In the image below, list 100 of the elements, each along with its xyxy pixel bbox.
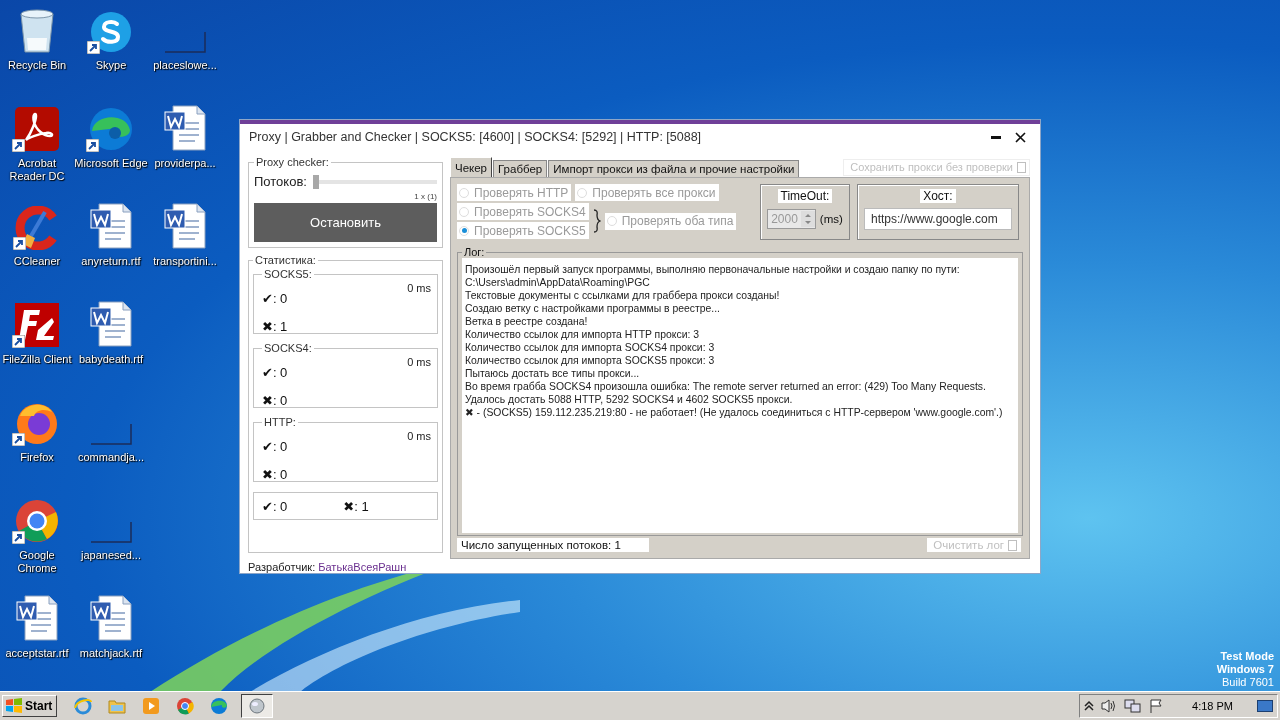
desktop-icon-label[interactable]: transportini... xyxy=(148,255,222,268)
start-button[interactable]: Start xyxy=(2,695,58,717)
word-document-icon xyxy=(89,202,133,250)
response-time: 0 ms xyxy=(407,282,431,294)
failed-count: ✖: 0 xyxy=(262,466,288,482)
network-icon[interactable] xyxy=(1124,698,1143,714)
threads-reading: 1 x (1) xyxy=(414,192,437,201)
log-line: Во время грабба SOCKS4 произошла ошибка: The remote server returned an error: (429) Too Many Requests. xyxy=(465,380,987,393)
desktop-icon-label[interactable]: Recycle Bin xyxy=(0,59,74,72)
desktop-icon-label[interactable]: anyreturn.rtf xyxy=(74,255,148,268)
flag-icon[interactable] xyxy=(1148,698,1165,714)
media-player-icon[interactable] xyxy=(141,696,162,716)
blank-file-icon xyxy=(163,30,207,54)
developer-link[interactable]: БатькаВсеяРашн xyxy=(318,561,407,573)
desktop-icon-label[interactable]: Skype xyxy=(74,59,148,72)
log-line: Создаю ветку с настройками программы в реестре... xyxy=(465,302,721,315)
working-count: ✔: 0 xyxy=(262,498,288,514)
close-icon[interactable] xyxy=(1014,131,1026,143)
shortcut-arrow-icon xyxy=(87,41,100,54)
tab[interactable]: Граббер xyxy=(493,160,548,177)
edge-browser-icon[interactable] xyxy=(209,696,230,716)
filezilla-icon xyxy=(14,302,60,348)
log-line: Количество ссылок для импорта HTTP прокси: 3 xyxy=(465,328,700,341)
log-line: Количество ссылок для импорта SOCKS5 прокси: 3 xyxy=(465,354,716,367)
blank-file-icon xyxy=(89,422,133,446)
os-notice-text: Windows 7 xyxy=(1216,663,1274,676)
word-document-icon xyxy=(89,300,133,348)
shortcut-arrow-icon xyxy=(12,139,25,152)
timeout-label: TimeOut: xyxy=(777,189,833,203)
shortcut-arrow-icon xyxy=(12,531,25,544)
word-document-icon xyxy=(163,104,207,152)
timeout-unit: (ms) xyxy=(819,213,843,225)
recycle-bin-icon xyxy=(17,8,57,54)
desktop-icon-label[interactable]: FileZilla Client xyxy=(0,353,74,366)
log-line: Произошёл первый запуск программы, выполняю первоначальные настройки и создаю папку по пути: C:\Users\admin\AppData\Roaming\PGC xyxy=(465,263,961,289)
failed-count: ✖: 1 xyxy=(343,498,369,514)
brace-icon xyxy=(592,209,601,233)
chrome-browser-icon xyxy=(14,498,60,544)
log-line: Удалось достать 5088 HTTP, 5292 SOCKS4 и 4602 SOCKS5 прокси. xyxy=(465,393,794,406)
word-document-icon xyxy=(15,594,59,642)
word-document-icon xyxy=(163,202,207,250)
desktop-icon-label[interactable]: Acrobat Reader DC xyxy=(0,157,74,183)
desktop-icon-label[interactable]: commandja... xyxy=(74,451,148,464)
group-legend: Статистика: xyxy=(253,254,318,266)
desktop-icon-label[interactable]: japanesed... xyxy=(74,549,148,562)
developer-label: Разработчик: xyxy=(248,561,316,573)
pdf-reader-icon xyxy=(14,106,60,152)
stop-button[interactable]: Остановить xyxy=(254,203,437,242)
working-count: ✔: 0 xyxy=(262,364,288,380)
log-line: Пытаюсь достать все типы прокси... xyxy=(465,367,641,380)
group-legend: SOCKS4: xyxy=(262,342,314,354)
shortcut-arrow-icon xyxy=(13,237,26,250)
group-legend: Proxy checker: xyxy=(254,156,331,168)
edge-browser-icon xyxy=(88,106,134,152)
threads-label: Потоков: xyxy=(254,174,307,189)
window-title: Proxy | Grabber and Checker | SOCKS5: [4600] | SOCKS4: [5292] | HTTP: [5088] xyxy=(249,130,703,144)
failed-count: ✖: 1 xyxy=(262,318,288,334)
shortcut-arrow-icon xyxy=(86,139,99,152)
tab[interactable]: Импорт прокси из файла и прочие настройки xyxy=(548,160,800,177)
skype-logo-icon xyxy=(89,10,133,54)
globe-icon[interactable] xyxy=(249,698,266,714)
desktop-icon-label[interactable]: placeslowe... xyxy=(148,59,222,72)
desktop-icon-label[interactable]: Google Chrome xyxy=(0,549,74,575)
host-field[interactable]: https://www.google.com xyxy=(864,208,1012,230)
group-legend: Лог: xyxy=(462,246,487,258)
os-notice-text: Build 7601 xyxy=(1222,676,1274,689)
failed-count: ✖: 0 xyxy=(262,392,288,408)
shortcut-arrow-icon xyxy=(12,433,25,446)
ie-browser-icon[interactable] xyxy=(73,696,94,716)
log-line: Текстовые документы с ссылками для граббера прокси созданы! xyxy=(465,289,781,302)
windows-logo-icon xyxy=(5,698,23,714)
group-legend: SOCKS5: xyxy=(262,268,314,280)
minimize-icon[interactable] xyxy=(991,135,1001,139)
shortcut-arrow-icon xyxy=(12,335,25,348)
clock[interactable]: 4:18 PM xyxy=(1192,700,1233,712)
desktop-icon-label[interactable]: acceptstar.rtf xyxy=(0,647,74,660)
word-document-icon xyxy=(89,594,133,642)
chrome-browser-icon[interactable] xyxy=(175,696,196,716)
host-label: Хост: xyxy=(920,189,956,203)
desktop-icon-label[interactable]: Microsoft Edge xyxy=(74,157,148,170)
chevron-up-icon[interactable] xyxy=(1084,700,1095,712)
tab[interactable]: Чекер xyxy=(450,157,492,177)
show-desktop-icon[interactable] xyxy=(1257,700,1273,712)
log-line: Количество ссылок для импорта SOCKS4 прокси: 3 xyxy=(465,341,716,354)
desktop-icon-label[interactable]: providerpa... xyxy=(148,157,222,170)
desktop-icon-label[interactable]: matchjack.rtf xyxy=(74,647,148,660)
log-line: Ветка в реестре создана! xyxy=(465,315,589,328)
slider-thumb[interactable] xyxy=(312,174,319,189)
ccleaner-icon xyxy=(15,206,59,250)
desktop-icon-label[interactable]: Firefox xyxy=(0,451,74,464)
response-time: 0 ms xyxy=(407,356,431,368)
working-count: ✔: 0 xyxy=(262,438,288,454)
desktop-icon-label[interactable]: CCleaner xyxy=(0,255,74,268)
working-count: ✔: 0 xyxy=(262,290,288,306)
threads-status: Число запущенных потоков: 1 xyxy=(457,538,649,552)
group-legend: HTTP: xyxy=(262,416,298,428)
response-time: 0 ms xyxy=(407,430,431,442)
desktop-icon-label[interactable]: babydeath.rtf xyxy=(74,353,148,366)
log-line: ✖ - (SOCKS5) 159.112.235.219:80 - не работает! (Не удалось соединиться с HTTP-сервером 'www.google.com'.) xyxy=(465,406,1004,419)
os-notice-text: Test Mode xyxy=(1220,650,1274,663)
